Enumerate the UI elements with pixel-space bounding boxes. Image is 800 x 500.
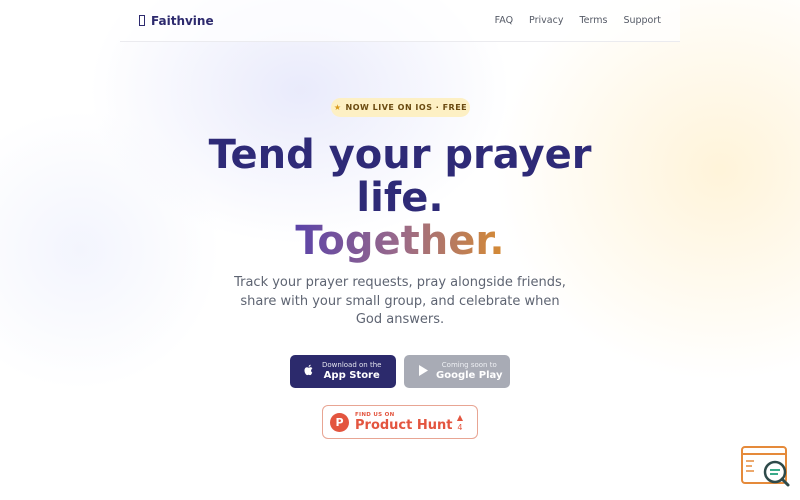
play-icon xyxy=(418,364,428,379)
upvote-number: 4 xyxy=(457,423,463,432)
product-hunt-badge[interactable]: P FIND US ON Product Hunt ▲ 4 xyxy=(322,405,478,439)
product-hunt-label: Product Hunt xyxy=(355,418,453,433)
nav-link-terms[interactable]: Terms xyxy=(579,15,607,26)
star-icon: ★ xyxy=(333,103,342,112)
nav-links: FAQ Privacy Terms Support xyxy=(495,15,661,26)
bookmark-icon xyxy=(139,15,145,26)
launch-badge: ★ NOW LIVE ON IOS · FREE xyxy=(331,98,470,117)
headline-accent: Together. xyxy=(295,218,505,264)
google-play-button[interactable]: Coming soon to Google Play xyxy=(404,355,510,388)
hero-subtitle: Track your prayer requests, pray alongsi… xyxy=(234,275,566,327)
product-hunt-logo: P xyxy=(330,412,349,432)
launch-badge-text: NOW LIVE ON IOS · FREE xyxy=(345,103,468,112)
headline-line-2: life. xyxy=(356,175,444,221)
nav-link-privacy[interactable]: Privacy xyxy=(529,15,563,26)
nav-link-support[interactable]: Support xyxy=(623,15,661,26)
google-play-small-label: Coming soon to xyxy=(441,361,497,369)
top-nav: Faithvine FAQ Privacy Terms Support xyxy=(120,0,680,42)
apple-icon xyxy=(304,364,314,379)
upvote-arrow-icon: ▲ xyxy=(456,413,463,422)
brand-name: Faithvine xyxy=(151,13,214,28)
app-store-button[interactable]: Download on the App Store xyxy=(290,355,396,388)
brand[interactable]: Faithvine xyxy=(139,14,214,28)
hero-headline: Tend your prayer life. Together. xyxy=(150,134,650,263)
nav-link-faq[interactable]: FAQ xyxy=(495,15,513,26)
feedback-widget-icon[interactable] xyxy=(740,445,792,489)
google-play-label: Google Play xyxy=(436,370,503,381)
upvote-count: ▲ 4 xyxy=(457,413,463,433)
app-store-small-label: Download on the xyxy=(322,361,382,369)
app-store-label: App Store xyxy=(323,370,380,381)
headline-line-1: Tend your prayer xyxy=(208,132,592,178)
